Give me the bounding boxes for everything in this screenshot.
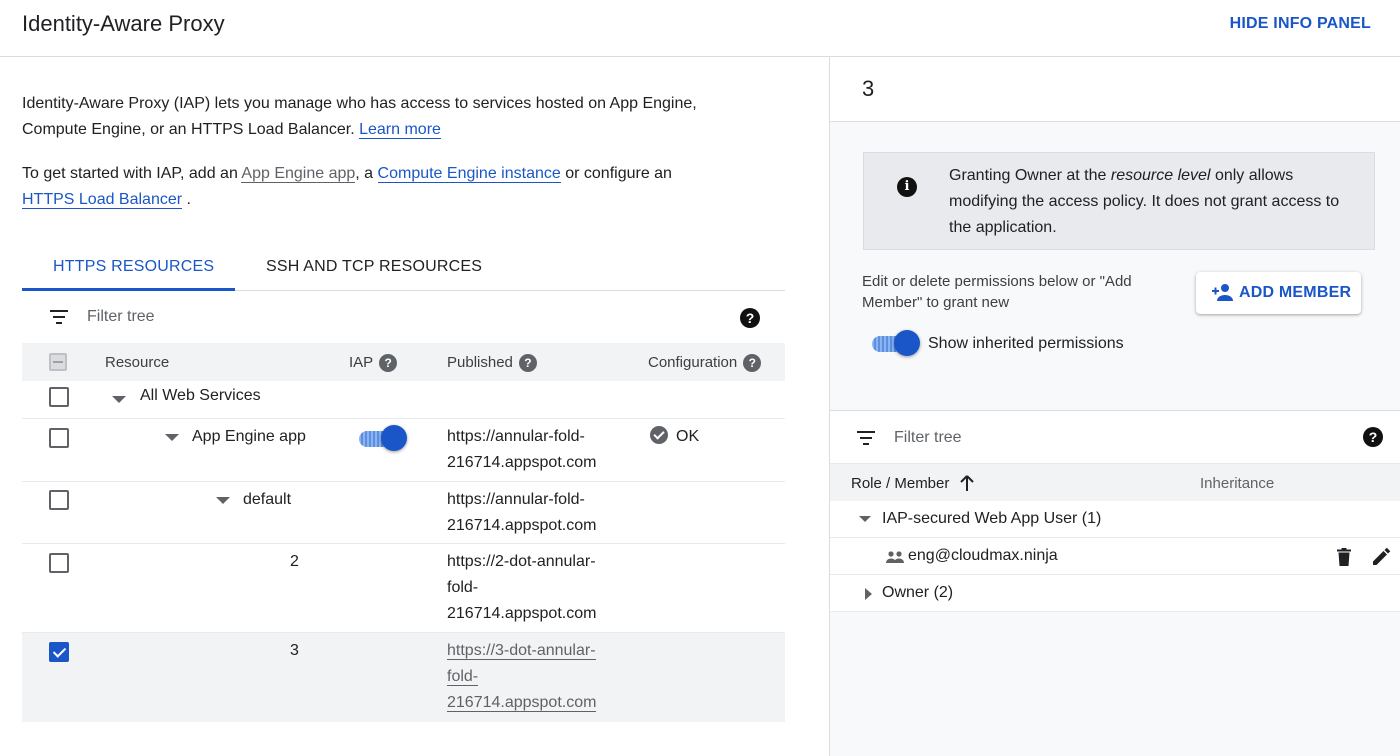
published-url-text: https://3-dot-annular-fold-216714.appspo… bbox=[447, 642, 597, 712]
resource-name: App Engine app bbox=[192, 428, 306, 445]
add-member-label: ADD MEMBER bbox=[1239, 284, 1352, 301]
hide-info-panel-button[interactable]: HIDE INFO PANEL bbox=[1230, 15, 1371, 33]
delete-icon[interactable] bbox=[1337, 548, 1351, 566]
table-row-selected[interactable]: 3 https://3-dot-annular-fold-216714.apps… bbox=[22, 633, 785, 722]
expand-caret-icon[interactable] bbox=[165, 434, 179, 441]
resource-name: 2 bbox=[290, 553, 299, 570]
filter-bar[interactable]: Filter tree ? bbox=[22, 291, 785, 343]
help-icon[interactable]: ? bbox=[740, 308, 760, 328]
app-engine-app-link[interactable]: App Engine app bbox=[241, 165, 356, 183]
column-configuration-label: Configuration bbox=[648, 354, 738, 371]
get-started-paragraph: To get started with IAP, add an App Engi… bbox=[22, 161, 702, 213]
role-row[interactable]: IAP-secured Web App User (1) bbox=[830, 501, 1400, 538]
configuration-status: OK bbox=[650, 424, 699, 450]
resource-name: default bbox=[243, 491, 292, 508]
sort-arrow-up-icon[interactable] bbox=[959, 475, 974, 491]
column-role-member[interactable]: Role / Member bbox=[851, 475, 974, 492]
member-row[interactable]: eng@cloudmax.ninja bbox=[830, 538, 1400, 575]
get-started-text: To get started with IAP, add an bbox=[22, 165, 238, 182]
resource-tabs: HTTPS RESOURCES SSH AND TCP RESOURCES bbox=[22, 245, 785, 291]
permissions-filter-input[interactable]: Filter tree bbox=[894, 429, 962, 447]
show-inherited-toggle[interactable] bbox=[872, 330, 920, 358]
table-row[interactable]: default https://annular-fold-216714.apps… bbox=[22, 482, 785, 544]
published-url-link[interactable]: https://3-dot-annular-fold-216714.appspo… bbox=[447, 638, 617, 716]
table-row[interactable]: App Engine app https://annular-fold-2167… bbox=[22, 419, 785, 482]
role-name: Owner (2) bbox=[882, 584, 954, 601]
info-panel-header: 3 bbox=[830, 57, 1400, 122]
check-circle-icon bbox=[650, 426, 668, 444]
get-started-end: . bbox=[186, 191, 191, 208]
group-icon bbox=[886, 551, 904, 563]
resource-name: 3 bbox=[290, 642, 299, 659]
edit-permissions-hint: Edit or delete permissions below or "Add… bbox=[862, 273, 1132, 311]
select-all-checkbox[interactable] bbox=[49, 353, 67, 371]
edit-pencil-icon[interactable] bbox=[1373, 547, 1391, 565]
member-email: eng@cloudmax.ninja bbox=[908, 547, 1058, 564]
column-iap: IAP? bbox=[349, 354, 398, 373]
table-header: Resource IAP? Published? Configuration? bbox=[22, 343, 785, 381]
info-icon: i bbox=[897, 177, 917, 197]
permissions-filter-bar[interactable]: Filter tree ? bbox=[830, 410, 1400, 463]
page-title: Identity-Aware Proxy bbox=[22, 11, 225, 36]
help-icon[interactable]: ? bbox=[1363, 427, 1383, 447]
configuration-label: OK bbox=[676, 428, 700, 445]
info-notice: i Granting Owner at the resource level o… bbox=[863, 152, 1375, 250]
filter-list-icon[interactable] bbox=[857, 431, 875, 445]
tab-https-resources[interactable]: HTTPS RESOURCES bbox=[53, 258, 214, 276]
info-notice-text: Granting Owner at the resource level onl… bbox=[949, 163, 1359, 241]
column-published: Published? bbox=[447, 354, 537, 373]
iap-help-icon[interactable]: ? bbox=[379, 354, 398, 373]
column-resource: Resource bbox=[105, 354, 170, 371]
published-help-icon[interactable]: ? bbox=[518, 354, 537, 373]
iap-toggle[interactable] bbox=[359, 425, 407, 453]
notice-text-pre: Granting Owner at the bbox=[949, 167, 1107, 184]
add-member-button[interactable]: ADD MEMBER bbox=[1196, 272, 1361, 314]
published-url: https://2-dot-annular-fold-216714.appspo… bbox=[447, 553, 597, 622]
resource-name: All Web Services bbox=[140, 387, 261, 404]
tab-ssh-tcp-resources[interactable]: SSH AND TCP RESOURCES bbox=[266, 258, 482, 276]
https-load-balancer-link[interactable]: HTTPS Load Balancer bbox=[22, 191, 183, 209]
column-inheritance: Inheritance bbox=[1200, 475, 1275, 492]
toggle-knob bbox=[894, 330, 920, 356]
app-header: Identity-Aware Proxy HIDE INFO PANEL bbox=[0, 0, 1400, 57]
row-checkbox[interactable] bbox=[49, 553, 69, 573]
row-checkbox[interactable] bbox=[49, 387, 69, 407]
table-row[interactable]: 2 https://2-dot-annular-fold-216714.apps… bbox=[22, 544, 785, 633]
expand-caret-icon[interactable] bbox=[216, 497, 230, 504]
resource-table: Resource IAP? Published? Configuration? … bbox=[22, 343, 785, 722]
person-add-icon bbox=[1212, 284, 1233, 301]
learn-more-link[interactable]: Learn more bbox=[359, 121, 441, 139]
collapse-caret-icon[interactable] bbox=[859, 516, 871, 522]
table-row[interactable]: All Web Services bbox=[22, 381, 785, 419]
row-checkbox-checked[interactable] bbox=[49, 642, 69, 662]
row-checkbox[interactable] bbox=[49, 428, 69, 448]
toggle-knob bbox=[381, 425, 407, 451]
row-checkbox[interactable] bbox=[49, 490, 69, 510]
expand-caret-icon[interactable] bbox=[865, 588, 872, 600]
main-content: Identity-Aware Proxy (IAP) lets you mana… bbox=[0, 57, 829, 756]
compute-engine-link[interactable]: Compute Engine instance bbox=[377, 165, 561, 183]
notice-text-emphasis: resource level bbox=[1110, 167, 1211, 184]
filter-list-icon[interactable] bbox=[50, 310, 68, 324]
configuration-help-icon[interactable]: ? bbox=[743, 354, 762, 373]
column-configuration: Configuration? bbox=[648, 354, 762, 373]
permissions-table: Filter tree ? Role / Member Inheritance … bbox=[830, 410, 1400, 612]
column-iap-label: IAP bbox=[349, 354, 374, 371]
get-started-text-2: or configure an bbox=[565, 165, 672, 182]
column-role-member-label: Role / Member bbox=[851, 475, 950, 492]
intro-paragraph: Identity-Aware Proxy (IAP) lets you mana… bbox=[22, 91, 702, 143]
info-panel: 3 i Granting Owner at the resource level… bbox=[829, 57, 1400, 756]
permissions-table-header: Role / Member Inheritance bbox=[830, 463, 1400, 501]
filter-tree-input[interactable]: Filter tree bbox=[87, 308, 155, 326]
published-url: https://annular-fold-216714.appspot.com bbox=[447, 428, 597, 471]
published-url: https://annular-fold-216714.appspot.com bbox=[447, 491, 597, 534]
info-panel-title: 3 bbox=[862, 76, 875, 101]
get-started-sep: , a bbox=[355, 165, 374, 182]
column-published-label: Published bbox=[447, 354, 513, 371]
expand-caret-icon[interactable] bbox=[112, 396, 126, 403]
show-inherited-label: Show inherited permissions bbox=[928, 335, 1124, 352]
role-row[interactable]: Owner (2) bbox=[830, 575, 1400, 612]
role-name: IAP-secured Web App User (1) bbox=[882, 510, 1102, 527]
